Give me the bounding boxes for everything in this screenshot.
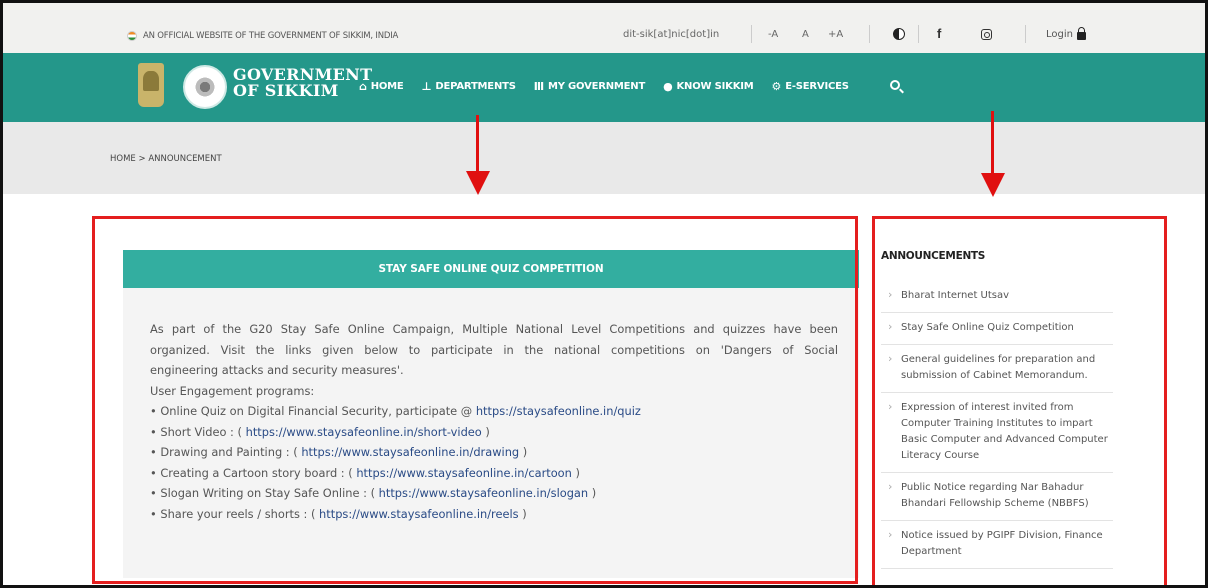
nav-item-know-sikkim[interactable]: ● KNOW SIKKIM (663, 79, 754, 93)
official-website-notice: AN OFFICIAL WEBSITE OF THE GOVERNMENT OF… (127, 31, 398, 41)
login-label: Login (1046, 29, 1073, 40)
facebook-icon[interactable]: f (937, 26, 941, 41)
state-emblem-icon (138, 63, 164, 107)
divider (1025, 25, 1026, 43)
nav-item-label: MY GOVERNMENT (547, 81, 646, 92)
search-icon[interactable] (890, 80, 900, 90)
india-flag-icon (127, 31, 137, 41)
nav-item-label: HOME (370, 81, 404, 92)
sitemap-icon: ⊥ (421, 79, 432, 93)
official-website-text: AN OFFICIAL WEBSITE OF THE GOVERNMENT OF… (143, 31, 399, 41)
breadcrumb-home-link[interactable]: HOME (110, 154, 136, 164)
government-building-icon: Ⅲ (533, 79, 544, 93)
nav-item-e-services[interactable]: ⚙ E-SERVICES (771, 79, 849, 93)
contrast-toggle-icon[interactable] (893, 28, 905, 40)
nav-item-label: E-SERVICES (785, 81, 849, 92)
home-icon: ⌂ (359, 79, 367, 93)
annotation-arrow-left-shaft (476, 115, 479, 175)
divider (918, 25, 919, 43)
login-link[interactable]: Login (1046, 27, 1086, 40)
font-decrease-button[interactable]: -A (768, 29, 778, 40)
contact-email: dit-sik[at]nic[dot]in (623, 29, 720, 40)
instagram-icon[interactable] (981, 29, 992, 40)
breadcrumb-band: HOME > ANNOUNCEMENT (3, 122, 1205, 194)
divider (869, 25, 870, 43)
nav-item-label: DEPARTMENTS (435, 81, 516, 92)
top-utility-bar: AN OFFICIAL WEBSITE OF THE GOVERNMENT OF… (3, 3, 1205, 53)
nav-item-my-government[interactable]: Ⅲ MY GOVERNMENT (533, 79, 646, 93)
nav-menu: ⌂ HOME ⊥ DEPARTMENTS Ⅲ MY GOVERNMENT ● K… (359, 79, 867, 93)
breadcrumb: HOME > ANNOUNCEMENT (110, 154, 222, 164)
font-normal-button[interactable]: A (802, 29, 809, 40)
annotation-arrow-right-head (981, 173, 1005, 197)
info-icon: ● (663, 79, 673, 93)
gear-icon: ⚙ (771, 79, 782, 93)
divider (751, 25, 752, 43)
site-title-line2: OF SIKKIM (233, 81, 339, 100)
main-navbar: GOVERNMENT OF SIKKIM ⌂ HOME ⊥ DEPARTMENT… (3, 53, 1205, 122)
site-title[interactable]: GOVERNMENT OF SIKKIM (233, 67, 372, 99)
breadcrumb-current: ANNOUNCEMENT (148, 154, 222, 164)
page-frame: AN OFFICIAL WEBSITE OF THE GOVERNMENT OF… (0, 0, 1208, 588)
nav-item-departments[interactable]: ⊥ DEPARTMENTS (421, 79, 516, 93)
nav-item-label: KNOW SIKKIM (676, 81, 754, 92)
sikkim-seal-logo[interactable] (183, 65, 227, 109)
breadcrumb-separator: > (138, 154, 146, 164)
nav-item-home[interactable]: ⌂ HOME (359, 79, 404, 93)
lock-icon (1076, 27, 1086, 40)
font-increase-button[interactable]: +A (828, 29, 843, 40)
annotation-arrow-left-head (466, 171, 490, 195)
annotation-arrow-right-shaft (991, 111, 994, 177)
highlight-box-quiz (92, 216, 858, 584)
highlight-box-announcements (872, 216, 1167, 585)
